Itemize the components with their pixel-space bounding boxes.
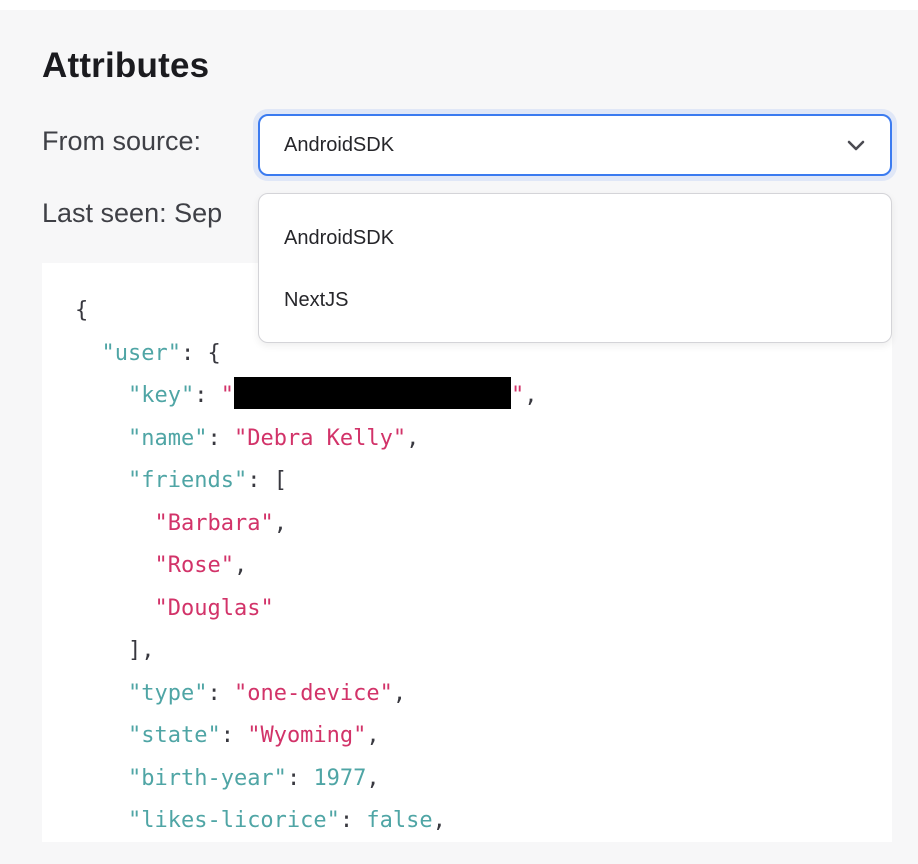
code-line: "friends": [ (75, 460, 892, 503)
code-line: "birth-year": 1977, (75, 758, 892, 801)
json-code: { "user": { "key": "", "name": "Debra Ke… (75, 290, 892, 842)
json-attributes-panel: { "user": { "key": "", "name": "Debra Ke… (42, 263, 892, 842)
last-seen-text: Last seen: Sep (42, 198, 222, 229)
code-line: "key": "", (75, 375, 892, 418)
code-line: "likes-licorice": false, (75, 800, 892, 842)
code-line: "state": "Wyoming", (75, 715, 892, 758)
source-dropdown-menu: AndroidSDKNextJS (258, 193, 892, 343)
code-line: "name": "Debra Kelly", (75, 418, 892, 461)
menu-option-androidsdk[interactable]: AndroidSDK (259, 207, 891, 269)
chevron-down-icon (844, 133, 868, 157)
source-select[interactable]: AndroidSDK (258, 114, 892, 176)
menu-option-nextjs[interactable]: NextJS (259, 269, 891, 331)
from-source-label: From source: (42, 126, 201, 157)
code-line: "type": "one-device", (75, 673, 892, 716)
code-line: "Douglas" (75, 588, 892, 631)
code-line: "Barbara", (75, 503, 892, 546)
code-line: "Rose", (75, 545, 892, 588)
redacted-value (234, 377, 511, 409)
code-line: ], (75, 630, 892, 673)
page-title: Attributes (42, 46, 209, 86)
source-select-value: AndroidSDK (284, 134, 394, 157)
top-white-strip (0, 0, 918, 10)
